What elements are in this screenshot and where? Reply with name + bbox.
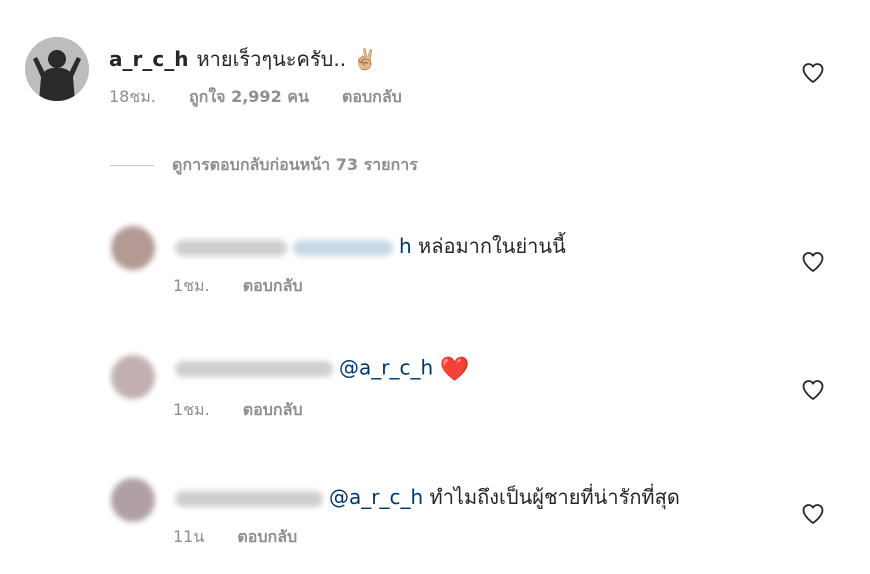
avatar-photo <box>25 37 89 101</box>
reply-text-line: h หล่อมากในย่านนี้ <box>175 230 566 262</box>
reply-text-line: @a_r_c_h ทำไมถึงเป็นผู้ชายที่น่ารักที่สุ… <box>175 481 680 513</box>
reply-mention[interactable]: @a_r_c_h <box>329 485 423 509</box>
comment-likes[interactable]: ถูกใจ 2,992 คน <box>189 87 309 106</box>
blurred-username[interactable] <box>175 490 323 507</box>
blurred-mention[interactable] <box>293 239 393 256</box>
reply-mention[interactable]: h <box>399 234 412 258</box>
reply-meta: 1ชม. ตอบกลับ <box>173 398 331 423</box>
reply-text-line: @a_r_c_h ❤️ <box>175 355 469 383</box>
reply-meta: 11น ตอบกลับ <box>173 525 325 550</box>
reply-button[interactable]: ตอบกลับ <box>243 400 303 419</box>
heart-outline-icon[interactable] <box>801 61 825 85</box>
reply-mention[interactable]: @a_r_c_h <box>339 356 433 380</box>
reply-button[interactable]: ตอบกลับ <box>342 87 402 106</box>
avatar[interactable] <box>25 37 89 101</box>
comment-text-line: a_r_c_h หายเร็วๆนะครับ.. ✌🏼 <box>109 43 377 75</box>
avatar[interactable] <box>111 355 155 399</box>
view-replies-label: ดูการตอบกลับก่อนหน้า 73 รายการ <box>172 154 418 174</box>
view-previous-replies-button[interactable]: ดูการตอบกลับก่อนหน้า 73 รายการ <box>110 152 418 178</box>
avatar[interactable] <box>111 478 155 522</box>
blurred-username[interactable] <box>175 361 333 377</box>
reply-button[interactable]: ตอบกลับ <box>243 276 303 295</box>
reply-time[interactable]: 1ชม. <box>173 276 210 295</box>
avatar[interactable] <box>111 226 155 270</box>
reply-button[interactable]: ตอบกลับ <box>237 527 297 546</box>
comment-text: หายเร็วๆนะครับ.. <box>196 47 347 71</box>
heart-outline-icon[interactable] <box>801 250 825 274</box>
red-heart-emoji: ❤️ <box>439 355 470 383</box>
reply-meta: 1ชม. ตอบกลับ <box>173 274 331 299</box>
reply-time[interactable]: 11น <box>173 527 204 546</box>
comment-username[interactable]: a_r_c_h <box>109 47 188 71</box>
comment-meta: 18ชม. ถูกใจ 2,992 คน ตอบกลับ <box>109 85 430 110</box>
reply-time[interactable]: 1ชม. <box>173 400 210 419</box>
heart-outline-icon[interactable] <box>801 502 825 526</box>
blurred-username[interactable] <box>175 239 287 256</box>
reply-text: หล่อมากในย่านนี้ <box>418 234 566 258</box>
comment-time[interactable]: 18ชม. <box>109 87 156 106</box>
divider-line <box>110 164 154 166</box>
reply-text: ทำไมถึงเป็นผู้ชายที่น่ารักที่สุด <box>429 485 680 509</box>
victory-hand-emoji: ✌🏼 <box>352 47 378 71</box>
heart-outline-icon[interactable] <box>801 378 825 402</box>
